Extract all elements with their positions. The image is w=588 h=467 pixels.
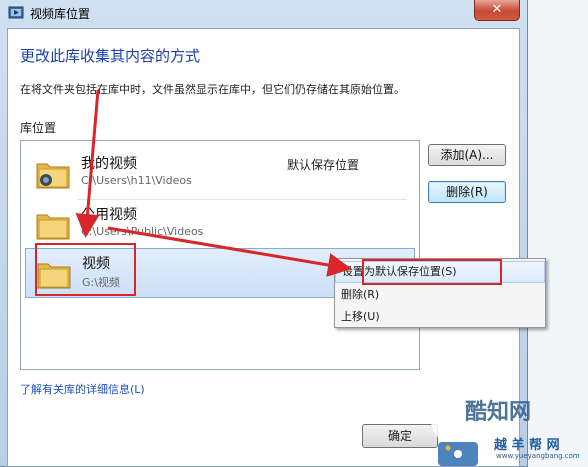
ok-button[interactable]: 确定: [362, 424, 438, 448]
location-name: 我的视频: [81, 156, 137, 172]
title-bar[interactable]: 视频库位置 ✕: [0, 0, 528, 28]
folder-icon: [37, 263, 71, 289]
library-locations-list[interactable]: 我的视频 C:\Users\h11\Videos 默认保存位置 公用视频 C:\…: [20, 140, 420, 370]
list-item-my-videos[interactable]: 我的视频 C:\Users\h11\Videos 默认保存位置: [25, 149, 415, 197]
location-name: 视频: [82, 256, 110, 272]
context-menu: 设置为默认保存位置(S) 删除(R) 上移(U): [334, 258, 546, 328]
library-icon: [8, 6, 24, 19]
library-locations-label: 库位置: [20, 121, 57, 135]
video-folder-icon: [36, 163, 70, 189]
window-title: 视频库位置: [30, 7, 91, 21]
folder-icon: [36, 214, 70, 240]
watermark-text-secondary: 越 羊 帮 网: [494, 438, 560, 453]
menu-item-remove[interactable]: 删除(R): [335, 284, 545, 306]
menu-item-move-up[interactable]: 上移(U): [335, 306, 545, 328]
location-path: C:\Users\h11\Videos: [81, 174, 192, 187]
close-button[interactable]: ✕: [474, 0, 520, 21]
location-path: C:\Users\Public\Videos: [81, 225, 204, 238]
list-item-public-videos[interactable]: 公用视频 C:\Users\Public\Videos: [25, 200, 415, 248]
location-name: 公用视频: [81, 207, 137, 223]
location-path: G:\视频: [82, 276, 120, 289]
watermark-text: 酷知网: [465, 400, 532, 425]
menu-item-set-default[interactable]: 设置为默认保存位置(S): [335, 261, 545, 283]
learn-more-link[interactable]: 了解有关库的详细信息(L): [20, 381, 145, 397]
dialog-heading: 更改此库收集其内容的方式: [20, 47, 201, 65]
remove-button[interactable]: 删除(R): [428, 181, 506, 203]
close-icon: ✕: [491, 2, 503, 17]
default-save-badge: 默认保存位置: [287, 158, 360, 172]
watermark-url: www.yueyangbang.com: [496, 452, 580, 460]
add-button[interactable]: 添加(A)...: [428, 144, 506, 166]
dialog-description: 在将文件夹包括在库中时，文件虽然显示在库中，但它们仍存储在其原始位置。: [20, 83, 405, 96]
